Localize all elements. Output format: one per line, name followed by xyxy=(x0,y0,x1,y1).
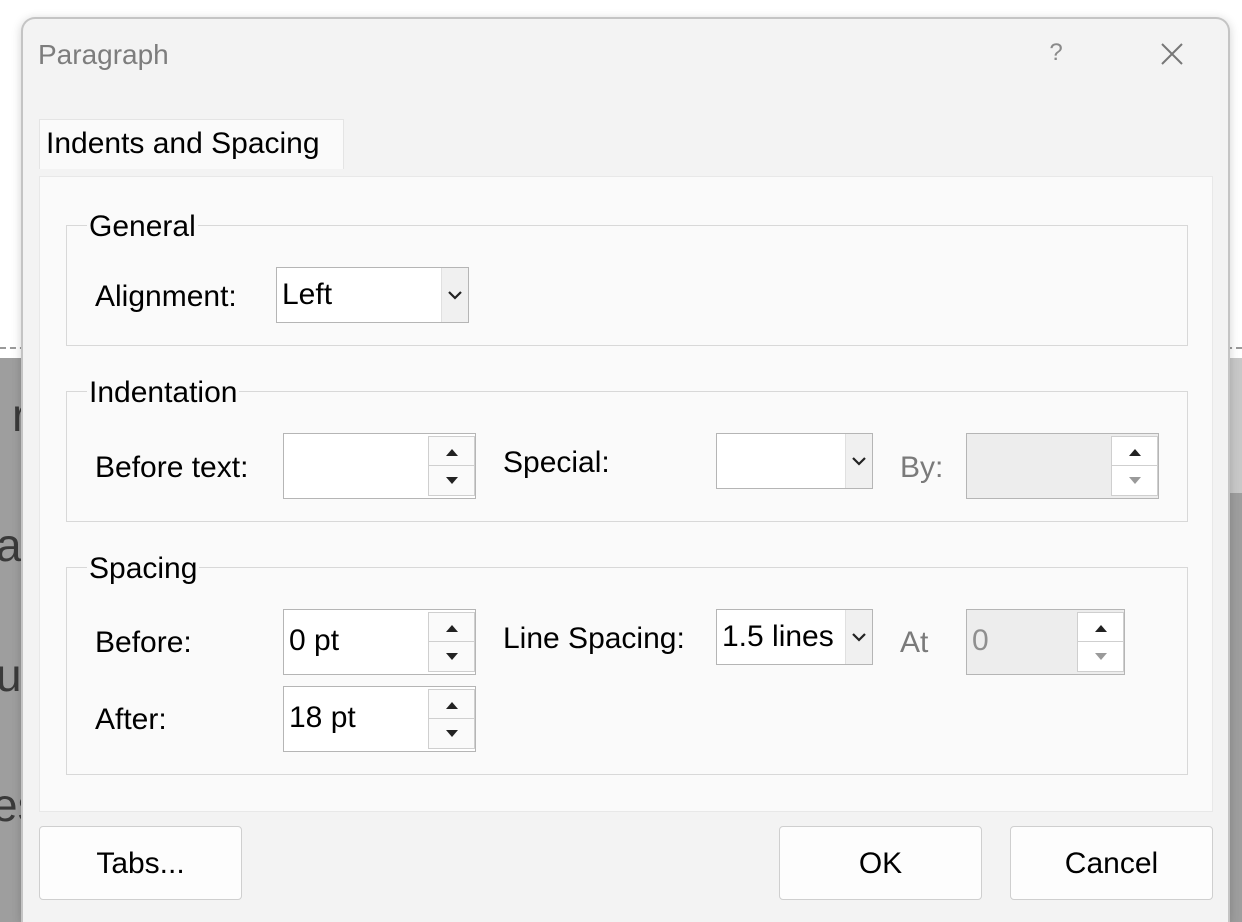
arrow-down-icon xyxy=(445,476,458,484)
before-text-increment[interactable] xyxy=(428,436,475,467)
tabs-button[interactable]: Tabs... xyxy=(39,826,242,900)
spacing-after-decrement[interactable] xyxy=(428,718,475,749)
alignment-select[interactable]: Left xyxy=(276,267,469,323)
chevron-down-icon xyxy=(448,291,462,300)
before-text-decrement[interactable] xyxy=(428,465,475,496)
spacing-before-decrement[interactable] xyxy=(428,641,475,672)
spacing-before-spinner[interactable]: 0 pt xyxy=(283,609,476,675)
document-text-fragment: u xyxy=(0,649,22,701)
at-label: At xyxy=(900,626,929,659)
before-text-spinner[interactable] xyxy=(283,433,476,499)
paragraph-dialog: Paragraph ? Indents and Spacing General … xyxy=(21,17,1230,922)
at-spinner: 0 xyxy=(966,609,1125,675)
arrow-up-icon xyxy=(1094,624,1107,632)
line-spacing-value: 1.5 lines xyxy=(722,620,834,653)
arrow-down-icon xyxy=(445,652,458,660)
arrow-down-icon xyxy=(445,729,458,737)
cancel-button[interactable]: Cancel xyxy=(1010,826,1213,900)
by-increment xyxy=(1111,436,1158,467)
at-value: 0 xyxy=(972,624,989,657)
arrow-up-icon xyxy=(445,701,458,709)
spacing-group: Spacing Before: 0 pt Line Spacing: 1.5 l… xyxy=(66,552,1188,775)
spacing-heading: Spacing xyxy=(87,552,200,586)
tab-indents-and-spacing[interactable]: Indents and Spacing xyxy=(39,119,344,169)
arrow-up-icon xyxy=(1128,448,1141,456)
special-dropdown-button[interactable] xyxy=(845,434,872,488)
chevron-down-icon xyxy=(852,633,866,642)
by-spinner xyxy=(966,433,1159,499)
line-spacing-dropdown-button[interactable] xyxy=(845,610,872,664)
indents-spacing-panel: General Alignment: Left Indentation Befo… xyxy=(39,176,1213,812)
arrow-down-icon xyxy=(1128,476,1141,484)
at-increment xyxy=(1077,612,1124,643)
special-select[interactable] xyxy=(716,433,873,489)
alignment-label: Alignment: xyxy=(95,280,237,313)
arrow-up-icon xyxy=(445,448,458,456)
before-text-label: Before text: xyxy=(95,451,249,484)
special-label: Special: xyxy=(503,446,610,479)
alignment-dropdown-button[interactable] xyxy=(441,268,468,322)
help-button[interactable]: ? xyxy=(1041,39,1071,69)
line-spacing-select[interactable]: 1.5 lines xyxy=(716,609,873,665)
spacing-after-spinner[interactable]: 18 pt xyxy=(283,686,476,752)
document-scrollbar[interactable] xyxy=(1228,358,1242,493)
dialog-title: Paragraph xyxy=(38,39,169,70)
by-label: By: xyxy=(900,451,944,484)
after-label: After: xyxy=(95,703,167,736)
spacing-after-value: 18 pt xyxy=(289,701,356,734)
ok-button[interactable]: OK xyxy=(779,826,982,900)
spacing-before-increment[interactable] xyxy=(428,612,475,643)
general-heading: General xyxy=(87,210,198,244)
document-text-fragment: a xyxy=(0,519,22,571)
general-group: General Alignment: Left xyxy=(66,210,1188,346)
chevron-down-icon xyxy=(852,457,866,466)
indentation-heading: Indentation xyxy=(87,376,240,410)
close-button[interactable] xyxy=(1155,37,1189,71)
line-spacing-label: Line Spacing: xyxy=(503,622,685,655)
dialog-titlebar[interactable]: Paragraph ? xyxy=(23,19,1228,91)
by-decrement xyxy=(1111,465,1158,496)
indentation-group: Indentation Before text: Special: By: xyxy=(66,376,1188,522)
spacing-after-increment[interactable] xyxy=(428,689,475,720)
spacing-before-value: 0 pt xyxy=(289,624,340,657)
close-icon xyxy=(1161,43,1183,65)
arrow-down-icon xyxy=(1094,652,1107,660)
arrow-up-icon xyxy=(445,624,458,632)
at-decrement xyxy=(1077,641,1124,672)
before-label: Before: xyxy=(95,626,192,659)
alignment-value: Left xyxy=(282,278,333,311)
